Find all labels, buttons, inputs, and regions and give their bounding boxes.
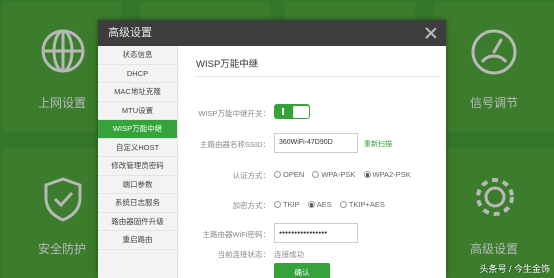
radio-label: AES: [316, 200, 332, 209]
radio-dot: [312, 171, 320, 178]
radio-dot-selected: [363, 171, 371, 178]
sidebar-item-dhcp[interactable]: DHCP: [98, 65, 177, 83]
close-icon[interactable]: [424, 26, 438, 40]
radio-dot: [339, 201, 347, 208]
encryption-options: TKIP AES TKIP+AES: [274, 200, 391, 209]
radio-label: WPA-PSK: [321, 170, 356, 179]
ssid-input[interactable]: 360WiFi-47D90D: [274, 133, 358, 153]
sidebar-item-mtu[interactable]: MTU设置: [98, 102, 177, 120]
switch-label: WISP万能中继开关：: [198, 109, 270, 118]
rescan-link[interactable]: 重新扫描: [364, 139, 392, 149]
radio-dot: [274, 201, 281, 208]
radio-label: OPEN: [283, 170, 305, 179]
sidebar-item-mac-clone[interactable]: MAC地址克隆: [98, 83, 177, 102]
sidebar-item-reboot[interactable]: 重启路由: [98, 231, 177, 250]
radio-label: TKIP: [283, 200, 300, 209]
sidebar-item-firmware[interactable]: 路由器固件升级: [98, 213, 177, 231]
confirm-button[interactable]: 确认: [274, 263, 330, 278]
sidebar-item-syslog[interactable]: 系统日志服务: [98, 194, 177, 213]
sidebar-item-port-params[interactable]: 端口参数: [98, 176, 177, 194]
encryption-label: 加密方式：: [232, 201, 271, 210]
sidebar-item-admin-password[interactable]: 修改管理员密码: [98, 157, 177, 176]
toggle-on-indicator: [282, 108, 284, 115]
status-value: 连接成功: [274, 250, 304, 259]
wisp-settings-panel: WISP万能中继 WISP万能中继开关： 主路由器名称SSID： 360WiFi…: [178, 46, 446, 278]
enc-radio-aes[interactable]: AES: [307, 200, 332, 209]
sidebar-item-custom-host[interactable]: 自定义HOST: [98, 139, 177, 157]
watermark-text: 头条号 / 今生金饰: [479, 264, 550, 274]
radio-label: TKIP+AES: [348, 200, 385, 209]
password-label: 主路由器WiFi密码：: [202, 230, 271, 239]
auth-label: 认证方式：: [232, 171, 271, 180]
advanced-settings-dialog: 高级设置 状态信息 DHCP MAC地址克隆 MTU设置 WISP万能中继 自定…: [98, 20, 446, 278]
enc-radio-tkip-aes[interactable]: TKIP+AES: [339, 200, 385, 209]
dialog-header: 高级设置: [98, 20, 446, 46]
enc-radio-tkip[interactable]: TKIP: [274, 200, 300, 209]
auth-radio-wpa-psk[interactable]: WPA-PSK: [312, 170, 355, 179]
toggle-knob: [292, 105, 309, 118]
settings-sidebar: 状态信息 DHCP MAC地址克隆 MTU设置 WISP万能中继 自定义HOST…: [98, 46, 178, 278]
wisp-toggle[interactable]: [274, 104, 310, 119]
sidebar-item-wisp[interactable]: WISP万能中继: [98, 120, 177, 139]
radio-dot: [274, 171, 281, 178]
dialog-title: 高级设置: [108, 27, 152, 39]
sidebar-item-status[interactable]: 状态信息: [98, 46, 177, 65]
panel-title: WISP万能中继: [196, 56, 440, 77]
status-label: 当前连接状态：: [217, 250, 271, 259]
auth-radio-wpa2-psk[interactable]: WPA2-PSK: [363, 170, 411, 179]
auth-radio-open[interactable]: OPEN: [274, 170, 304, 179]
wifi-password-input[interactable]: ●●●●●●●●●●●●●●●●: [274, 223, 358, 243]
radio-label: WPA2-PSK: [372, 170, 411, 179]
ssid-label: 主路由器名称SSID：: [199, 140, 270, 149]
auth-options: OPEN WPA-PSK WPA2-PSK: [274, 170, 417, 179]
radio-dot-selected: [307, 201, 315, 208]
